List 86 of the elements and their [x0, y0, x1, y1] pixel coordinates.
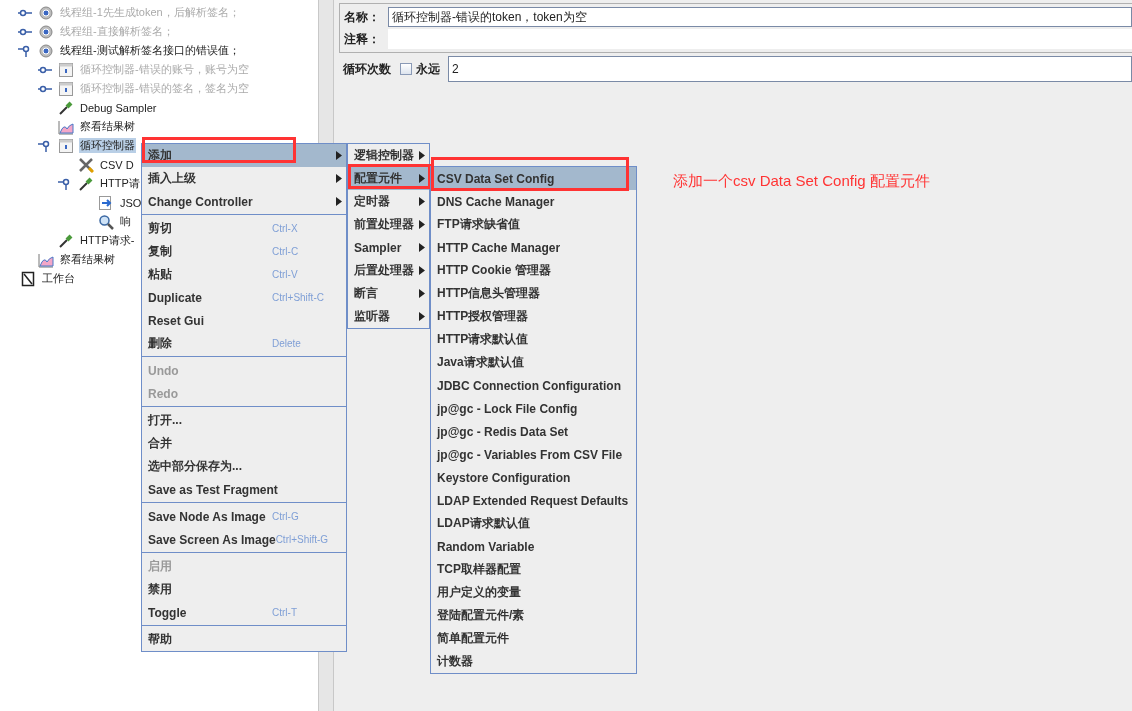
- shortcut-text: Ctrl-X: [272, 223, 299, 234]
- menu-item[interactable]: Change Controller: [142, 190, 346, 213]
- pipette-icon: [58, 99, 74, 116]
- gear-icon: [38, 42, 54, 59]
- pipette-icon: [58, 232, 74, 249]
- magnifier-icon: [98, 213, 114, 230]
- menu-item[interactable]: HTTP Cache Manager: [431, 236, 636, 259]
- menu-item[interactable]: jp@gc - Redis Data Set: [431, 420, 636, 443]
- name-field[interactable]: 循环控制器-错误的token，token为空: [388, 7, 1132, 27]
- menu-item[interactable]: 插入上级: [142, 167, 346, 190]
- controller-icon: [58, 80, 74, 97]
- menu-item[interactable]: Keystore Configuration: [431, 466, 636, 489]
- tools-icon: [78, 156, 94, 173]
- forever-checkbox[interactable]: [400, 63, 412, 75]
- shortcut-text: Ctrl+Shift-C: [272, 292, 325, 303]
- pipette-icon: [78, 175, 94, 192]
- menu-item[interactable]: 简单配置元件: [431, 627, 636, 650]
- menu-item[interactable]: 合并: [142, 432, 346, 455]
- annotation-text: 添加一个csv Data Set Config 配置元件: [673, 172, 930, 191]
- shortcut-text: Ctrl-G: [272, 511, 300, 522]
- menu-item[interactable]: Sampler: [348, 236, 429, 259]
- menu-item[interactable]: 计数器: [431, 650, 636, 673]
- menu-item[interactable]: FTP请求缺省值: [431, 213, 636, 236]
- menu-item[interactable]: HTTP Cookie 管理器: [431, 259, 636, 282]
- tree-item[interactable]: Debug Sampler: [79, 101, 158, 114]
- gear-icon: [38, 4, 54, 21]
- chart-icon: [38, 251, 54, 268]
- tree-item[interactable]: HTTP请求-: [79, 233, 136, 248]
- controller-icon: [58, 61, 74, 78]
- menu-item[interactable]: jp@gc - Lock File Config: [431, 397, 636, 420]
- menu-item[interactable]: Save as Test Fragment: [142, 478, 346, 501]
- menu-item[interactable]: 监听器: [348, 305, 429, 328]
- name-label: 名称：: [344, 8, 381, 26]
- menu-item[interactable]: 删除 Delete: [142, 332, 346, 355]
- tree-item[interactable]: CSV D: [99, 158, 135, 171]
- menu-item[interactable]: HTTP授权管理器: [431, 305, 636, 328]
- menu-item[interactable]: LDAP请求默认值: [431, 512, 636, 535]
- menu-item[interactable]: JDBC Connection Configuration: [431, 374, 636, 397]
- menu-item[interactable]: 前置处理器: [348, 213, 429, 236]
- tree-item[interactable]: 线程组-测试解析签名接口的错误值；: [59, 43, 241, 58]
- chart-icon: [58, 118, 74, 135]
- menu-item[interactable]: Java请求默认值: [431, 351, 636, 374]
- comment-label: 注释：: [344, 30, 381, 48]
- menu-item[interactable]: Random Variable: [431, 535, 636, 558]
- shortcut-text: Ctrl-T: [272, 607, 298, 618]
- tree-item[interactable]: HTTP请: [99, 176, 141, 191]
- tree-item[interactable]: 工作台: [41, 271, 76, 286]
- controller-icon: [58, 137, 74, 154]
- tree-item[interactable]: JSO: [119, 196, 143, 209]
- menu-item[interactable]: 登陆配置元件/素: [431, 604, 636, 627]
- menu-item[interactable]: HTTP信息头管理器: [431, 282, 636, 305]
- shortcut-text: Ctrl-V: [272, 269, 299, 280]
- menu-item[interactable]: 定时器: [348, 190, 429, 213]
- loop-count-field[interactable]: 2: [448, 56, 1132, 82]
- menu-item[interactable]: 用户定义的变量: [431, 581, 636, 604]
- notebook-icon: [20, 270, 36, 287]
- menu-item[interactable]: 剪切 Ctrl-X: [142, 217, 346, 240]
- menu-item[interactable]: 帮助: [142, 628, 346, 651]
- menu-item[interactable]: 复制 Ctrl-C: [142, 240, 346, 263]
- menu-item[interactable]: 后置处理器: [348, 259, 429, 282]
- menu-item[interactable]: 打开...: [142, 409, 346, 432]
- menu-item[interactable]: 逻辑控制器: [348, 144, 429, 167]
- menu-item[interactable]: jp@gc - Variables From CSV File: [431, 443, 636, 466]
- loop-count-label: 循环次数: [343, 60, 391, 78]
- menu-item[interactable]: HTTP请求默认值: [431, 328, 636, 351]
- menu-item[interactable]: 粘贴 Ctrl-V: [142, 263, 346, 286]
- menu-item[interactable]: 断言: [348, 282, 429, 305]
- shortcut-text: Ctrl+Shift-G: [275, 534, 330, 545]
- menu-item[interactable]: 选中部分保存为...: [142, 455, 346, 478]
- menu-item[interactable]: 禁用: [142, 578, 346, 601]
- menu-item[interactable]: Toggle Ctrl-T: [142, 601, 346, 624]
- tree-item[interactable]: 响: [119, 214, 132, 229]
- menu-item[interactable]: Reset Gui: [142, 309, 346, 332]
- menu-item[interactable]: DNS Cache Manager: [431, 190, 636, 213]
- menu-item[interactable]: Save Node As Image Ctrl-G: [142, 505, 346, 528]
- menu-item[interactable]: TCP取样器配置: [431, 558, 636, 581]
- forever-label: 永远: [416, 60, 440, 78]
- tree-item[interactable]: 循环控制器: [79, 138, 136, 153]
- menu-item[interactable]: LDAP Extended Request Defaults: [431, 489, 636, 512]
- tree-item[interactable]: 察看结果树: [59, 252, 116, 267]
- tree-item[interactable]: 察看结果树: [79, 119, 136, 134]
- shortcut-text: Delete: [272, 338, 302, 349]
- shortcut-text: Ctrl-C: [272, 246, 300, 257]
- menu-item[interactable]: Save Screen As ImageCtrl+Shift-G: [142, 528, 346, 551]
- menu-item[interactable]: Duplicate Ctrl+Shift-C: [142, 286, 346, 309]
- gear-icon: [38, 23, 54, 40]
